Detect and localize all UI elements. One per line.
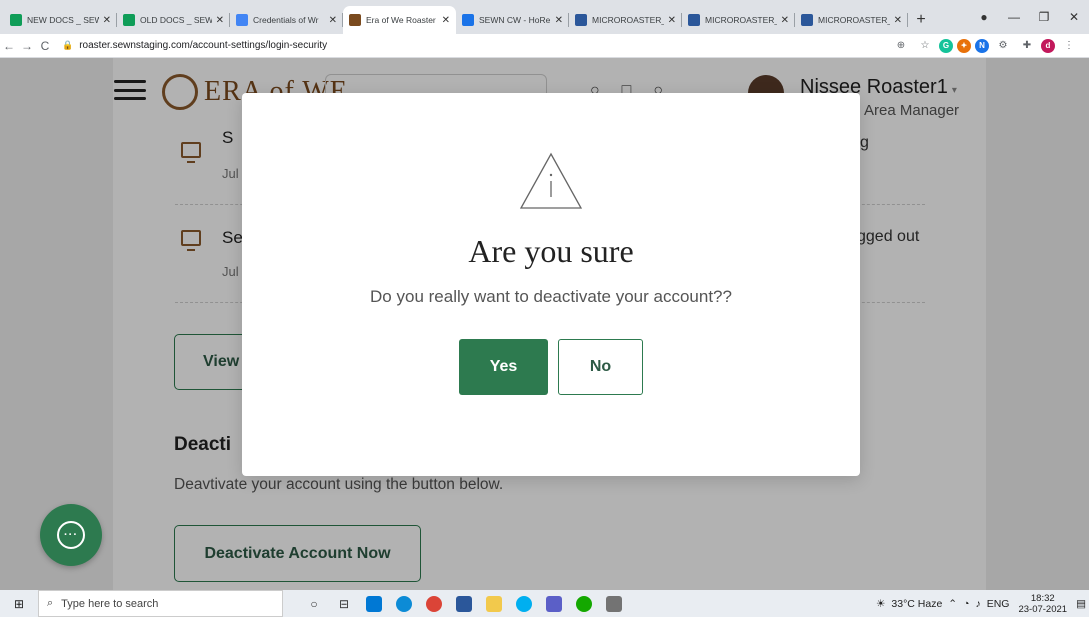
modal-title: Are you sure: [468, 233, 634, 269]
reload-icon[interactable]: C: [36, 39, 54, 53]
browser-tab[interactable]: SEWN CW - HoRe ✕: [456, 6, 569, 34]
yes-button[interactable]: Yes: [459, 339, 548, 395]
grammarly-icon[interactable]: G: [939, 38, 953, 53]
window-controls: ● — ❐ ✕: [969, 0, 1089, 34]
tab-title: Era of We Roaster: [366, 15, 436, 25]
tab-title: NEW DOCS _ SEW: [27, 15, 99, 25]
tab-favicon-icon: [575, 14, 587, 26]
browser-tab[interactable]: Era of We Roaster ✕: [343, 6, 456, 34]
browser-tab[interactable]: Credentials of Wr ✕: [230, 6, 343, 34]
tab-favicon-icon: [688, 14, 700, 26]
tab-favicon-icon: [349, 14, 361, 26]
taskbar-search-input[interactable]: ⌕ Type here to search: [38, 590, 283, 617]
tab-close-icon[interactable]: ✕: [442, 15, 450, 26]
calculator-icon[interactable]: [599, 594, 629, 614]
url-text: roaster.sewnstaging.com/account-settings…: [79, 40, 328, 51]
notification-center-icon[interactable]: ▤: [1076, 598, 1086, 610]
tab-close-icon[interactable]: ✕: [668, 15, 676, 26]
tab-title: MICROROASTER_: [592, 15, 664, 25]
chat-button[interactable]: ···: [40, 504, 102, 566]
tab-close-icon[interactable]: ✕: [894, 15, 902, 26]
browser-tab[interactable]: MICROROASTER_ ✕: [569, 6, 682, 34]
word-icon[interactable]: [449, 594, 479, 614]
edge-icon[interactable]: [389, 594, 419, 614]
chrome-icon[interactable]: [419, 594, 449, 614]
windows-taskbar: ⊞ ⌕ Type here to search ○ ⊟ ☀ 33°C Haze …: [0, 590, 1089, 617]
extension-bar: ⊕ ☆ G ✦ N ⚙ ✚ d ⋮: [889, 38, 1089, 54]
tab-title: Credentials of Wr: [253, 15, 319, 25]
tab-close-icon[interactable]: ✕: [103, 15, 111, 26]
clock[interactable]: 18:32 23-07-2021: [1018, 593, 1067, 615]
extension-ai-icon[interactable]: ⚙: [993, 38, 1013, 54]
network-icon[interactable]: ◔: [963, 598, 969, 610]
forward-icon[interactable]: →: [18, 39, 36, 53]
profile-avatar[interactable]: d: [1041, 38, 1055, 53]
tab-title: SEWN CW - HoRe: [479, 15, 551, 25]
task-view-icon[interactable]: ⊟: [329, 594, 359, 614]
tab-favicon-icon: [801, 14, 813, 26]
teams-icon[interactable]: [539, 594, 569, 614]
skype-icon[interactable]: [509, 594, 539, 614]
browser-tab[interactable]: MICROROASTER_ ✕: [795, 6, 908, 34]
file-explorer-icon[interactable]: [479, 594, 509, 614]
close-window-icon[interactable]: ✕: [1059, 10, 1089, 24]
tab-close-icon[interactable]: ✕: [216, 15, 224, 26]
mail-icon[interactable]: [359, 594, 389, 614]
browser-tab[interactable]: MICROROASTER_ ✕: [682, 6, 795, 34]
browser-tab-bar: NEW DOCS _ SEW ✕ OLD DOCS _ SEW ✕ Credential…: [0, 0, 1089, 34]
puzzle-icon[interactable]: ✚: [1017, 38, 1037, 54]
weather-text[interactable]: 33°C Haze: [891, 598, 942, 610]
zoom-icon[interactable]: ⊕: [891, 38, 911, 54]
maximize-icon[interactable]: ❐: [1029, 10, 1059, 24]
lock-icon: 🔒: [62, 40, 74, 50]
system-tray: ☀ 33°C Haze ⌃ ◔ ♪ ENG 18:32 23-07-2021 ▤: [873, 590, 1089, 617]
volume-icon[interactable]: ♪: [975, 598, 980, 610]
tab-close-icon[interactable]: ✕: [555, 15, 563, 26]
profile-indicator-icon[interactable]: ●: [969, 10, 999, 24]
tab-favicon-icon: [236, 14, 248, 26]
tab-favicon-icon: [123, 14, 135, 26]
tab-close-icon[interactable]: ✕: [781, 15, 789, 26]
tab-title: MICROROASTER_: [705, 15, 777, 25]
chevron-up-icon[interactable]: ⌃: [948, 598, 957, 610]
tab-favicon-icon: [10, 14, 22, 26]
chat-bubble-icon: ···: [57, 521, 85, 549]
browser-tab[interactable]: NEW DOCS _ SEW ✕: [4, 6, 117, 34]
windows-start-icon[interactable]: ⊞: [0, 597, 38, 611]
tab-title: MICROROASTER_: [818, 15, 890, 25]
back-icon[interactable]: ←: [0, 39, 18, 53]
browser-tab[interactable]: OLD DOCS _ SEW ✕: [117, 6, 230, 34]
clock-date: 23-07-2021: [1018, 603, 1068, 615]
url-field[interactable]: 🔒 roaster.sewnstaging.com/account-settin…: [54, 36, 889, 56]
bookmark-star-icon[interactable]: ☆: [915, 38, 935, 54]
search-icon: ⌕: [47, 597, 54, 609]
new-tab-icon[interactable]: +: [908, 6, 934, 34]
extension-icon[interactable]: ✦: [957, 38, 971, 53]
extension-new-icon[interactable]: N: [975, 38, 989, 53]
minimize-icon[interactable]: —: [999, 10, 1029, 24]
confirm-modal: Are you sure Do you really want to deact…: [242, 93, 860, 476]
tab-title: OLD DOCS _ SEW: [140, 15, 212, 25]
taskbar-search-placeholder: Type here to search: [61, 597, 159, 610]
clock-time: 18:32: [1030, 592, 1055, 604]
tab-close-icon[interactable]: ✕: [329, 15, 337, 26]
weather-icon: ☀: [875, 597, 886, 610]
no-button[interactable]: No: [558, 339, 643, 395]
address-bar: ← → C 🔒 roaster.sewnstaging.com/account-…: [0, 34, 1089, 58]
warning-icon: [519, 152, 583, 209]
taskbar-apps: ○ ⊟: [299, 594, 629, 614]
upwork-icon[interactable]: [569, 594, 599, 614]
cortana-icon[interactable]: ○: [299, 594, 329, 614]
menu-dots-icon[interactable]: ⋮: [1059, 38, 1079, 54]
tab-favicon-icon: [462, 14, 474, 26]
lang-indicator[interactable]: ENG: [987, 598, 1010, 610]
page: ERA of WE ○ □ ○ Nissee Roaster1 ▾ Area Ma…: [0, 58, 1089, 590]
modal-message: Do you really want to deactivate your ac…: [370, 287, 732, 306]
